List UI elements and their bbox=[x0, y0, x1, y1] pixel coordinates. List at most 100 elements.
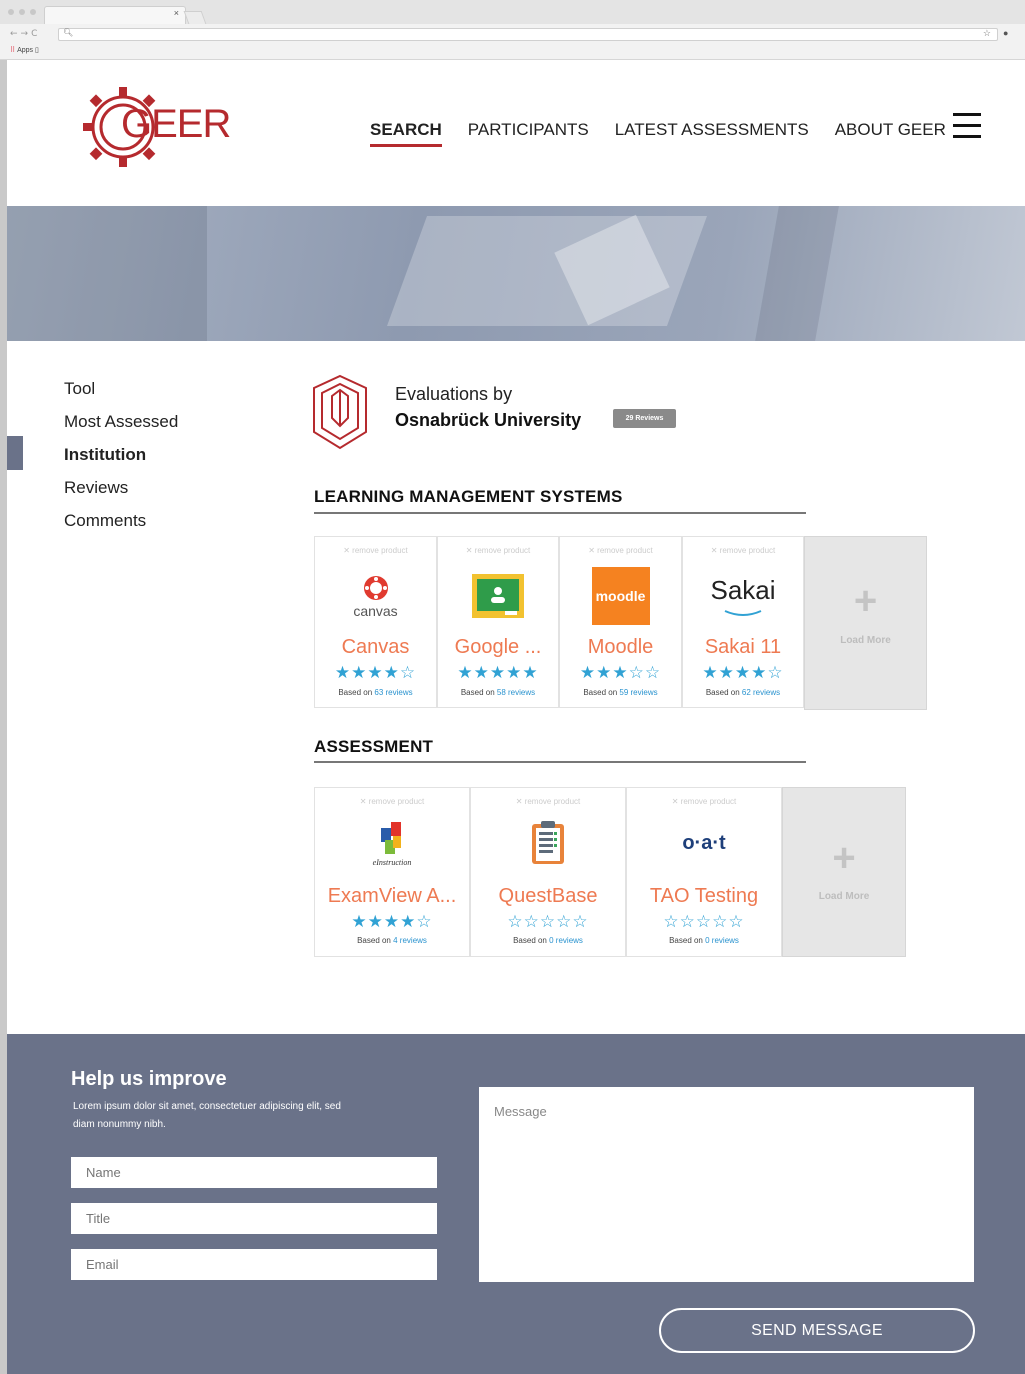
new-tab-button[interactable] bbox=[183, 11, 207, 24]
remove-product-link[interactable]: ✕ remove product bbox=[627, 797, 781, 806]
lms-product-cards: ✕ remove product canvas Canvas ★★★★☆ Bas… bbox=[314, 536, 927, 710]
browser-tab[interactable]: × bbox=[44, 6, 186, 24]
nav-about-geer[interactable]: ABOUT GEER bbox=[835, 120, 946, 144]
page: GEER SEARCH PARTICIPANTS LATEST ASSESSME… bbox=[7, 60, 1025, 1374]
rating-stars: ☆☆☆☆☆ bbox=[663, 912, 745, 932]
canvas-wordmark: canvas bbox=[353, 603, 398, 619]
reviews-summary: Based on 0 reviews bbox=[669, 936, 739, 945]
remove-product-link[interactable]: ✕ remove product bbox=[683, 546, 803, 555]
bookmarks-bar: ⠿ Apps ▯ bbox=[10, 46, 39, 54]
reviews-link[interactable]: 63 reviews bbox=[374, 688, 412, 697]
email-field[interactable] bbox=[71, 1249, 437, 1280]
section-divider bbox=[314, 761, 806, 763]
apps-grid-icon[interactable]: ⠿ bbox=[10, 47, 15, 54]
reviews-count-badge: 29 Reviews bbox=[613, 409, 676, 428]
product-name[interactable]: QuestBase bbox=[471, 885, 625, 908]
section-title-assessment: ASSESSMENT bbox=[314, 737, 434, 756]
reviews-summary: Based on 62 reviews bbox=[705, 688, 781, 697]
university-shield-icon bbox=[313, 374, 367, 450]
sidebar-item-reviews[interactable]: Reviews bbox=[64, 477, 178, 510]
sidebar-item-most-assessed[interactable]: Most Assessed bbox=[64, 411, 178, 444]
reviews-link[interactable]: 59 reviews bbox=[619, 688, 657, 697]
clipboard-icon bbox=[532, 821, 564, 864]
moodle-logo-icon: moodle bbox=[591, 567, 650, 625]
close-tab-icon[interactable]: × bbox=[174, 8, 179, 18]
window-controls[interactable] bbox=[8, 9, 36, 15]
product-card[interactable]: ✕ remove product canvas Canvas ★★★★☆ Bas… bbox=[314, 536, 437, 708]
rating-stars: ★★★★★ bbox=[457, 663, 539, 683]
extension-icon[interactable]: ● bbox=[1003, 28, 1008, 38]
reviews-summary: Based on 63 reviews bbox=[338, 688, 413, 697]
bookmark-page-icon[interactable]: ▯ bbox=[35, 47, 39, 54]
product-card[interactable]: ✕ remove product o·a·t TAO Testing ☆☆☆☆☆… bbox=[626, 787, 782, 957]
rating-stars: ★★★★☆ bbox=[351, 912, 433, 932]
rating-stars: ★★★★☆ bbox=[702, 663, 784, 683]
sakai-wave-icon bbox=[724, 610, 762, 616]
institution-name: Osnabrück University bbox=[395, 410, 582, 430]
main-nav: SEARCH PARTICIPANTS LATEST ASSESSMENTS A… bbox=[370, 120, 972, 147]
title-field[interactable] bbox=[71, 1203, 437, 1234]
load-more-label: Load More bbox=[818, 891, 870, 902]
remove-product-link[interactable]: ✕ remove product bbox=[438, 546, 558, 555]
section-title-lms: LEARNING MANAGEMENT SYSTEMS bbox=[314, 487, 623, 506]
load-more-button[interactable]: + Load More bbox=[804, 536, 927, 710]
product-name[interactable]: Canvas bbox=[315, 636, 436, 659]
remove-product-link[interactable]: ✕ remove product bbox=[471, 797, 625, 806]
reviews-summary: Based on 0 reviews bbox=[513, 936, 583, 945]
product-card[interactable]: ✕ remove product moodle Moodle ★★★☆☆ Bas… bbox=[559, 536, 682, 708]
rating-stars: ☆☆☆☆☆ bbox=[507, 912, 589, 932]
remove-product-link[interactable]: ✕ remove product bbox=[315, 546, 436, 555]
product-card[interactable]: ✕ remove product QuestBase ☆☆☆☆☆ Based o… bbox=[470, 787, 626, 957]
tab-strip: × bbox=[0, 0, 1025, 24]
message-textarea[interactable]: Message bbox=[479, 1087, 974, 1282]
reviews-summary: Based on 58 reviews bbox=[460, 688, 536, 697]
plus-icon: + bbox=[853, 579, 878, 623]
product-name[interactable]: Moodle bbox=[560, 636, 681, 659]
oat-logo-icon: o·a·t bbox=[682, 832, 726, 854]
name-field[interactable] bbox=[71, 1157, 437, 1188]
sidebar-item-institution[interactable]: Institution bbox=[64, 444, 178, 477]
bookmarks-apps-label[interactable]: Apps bbox=[17, 47, 33, 54]
geer-logo[interactable]: GEER bbox=[81, 82, 231, 172]
canvas-logo-icon bbox=[363, 576, 388, 600]
einstruction-logo-icon bbox=[381, 822, 401, 854]
reviews-link[interactable]: 0 reviews bbox=[549, 936, 583, 945]
nav-search[interactable]: SEARCH bbox=[370, 120, 442, 147]
reviews-link[interactable]: 62 reviews bbox=[742, 688, 780, 697]
evaluations-by-label: Evaluations by bbox=[395, 384, 513, 404]
reviews-link[interactable]: 4 reviews bbox=[393, 936, 427, 945]
nav-participants[interactable]: PARTICIPANTS bbox=[468, 120, 589, 144]
product-card[interactable]: ✕ remove product Google ... ★★★★★ Based … bbox=[437, 536, 559, 708]
hamburger-menu-icon[interactable] bbox=[953, 113, 981, 146]
load-more-label: Load More bbox=[840, 635, 891, 646]
send-message-button[interactable]: SEND MESSAGE bbox=[659, 1308, 975, 1353]
product-name[interactable]: Google ... bbox=[438, 636, 558, 659]
reviews-link[interactable]: 58 reviews bbox=[497, 688, 535, 697]
address-bar[interactable]: 🔍︎ ☆ bbox=[58, 28, 998, 41]
bookmark-star-icon[interactable]: ☆ bbox=[983, 28, 991, 39]
product-name[interactable]: ExamView A... bbox=[315, 885, 469, 908]
browser-chrome: × ←→C 🔍︎ ☆ ● ⠿ Apps ▯ bbox=[0, 0, 1025, 60]
remove-product-link[interactable]: ✕ remove product bbox=[315, 797, 469, 806]
hero-banner bbox=[7, 206, 1025, 341]
footer-description: Lorem ipsum dolor sit amet, consectetuer… bbox=[73, 1101, 341, 1130]
reviews-summary: Based on 4 reviews bbox=[357, 936, 427, 945]
remove-product-link[interactable]: ✕ remove product bbox=[560, 546, 681, 555]
nav-buttons-icon[interactable]: ←→C bbox=[10, 29, 40, 39]
sidebar-item-tool[interactable]: Tool bbox=[64, 378, 178, 411]
product-name[interactable]: TAO Testing bbox=[627, 885, 781, 908]
section-divider bbox=[314, 512, 806, 514]
google-classroom-icon bbox=[472, 574, 524, 618]
reviews-link[interactable]: 0 reviews bbox=[705, 936, 739, 945]
product-card[interactable]: ✕ remove product eInstruction ExamView A… bbox=[314, 787, 470, 957]
sidebar-active-marker bbox=[7, 436, 23, 470]
sidebar: Tool Most Assessed Institution Reviews C… bbox=[64, 378, 178, 543]
rating-stars: ★★★★☆ bbox=[334, 663, 417, 683]
load-more-button[interactable]: + Load More bbox=[782, 787, 906, 957]
sidebar-item-comments[interactable]: Comments bbox=[64, 510, 178, 543]
reviews-summary: Based on 59 reviews bbox=[583, 688, 658, 697]
footer-title: Help us improve bbox=[71, 1068, 227, 1090]
product-card[interactable]: ✕ remove product Sakai Sakai 11 ★★★★☆ Ba… bbox=[682, 536, 804, 708]
product-name[interactable]: Sakai 11 bbox=[683, 636, 803, 659]
nav-latest-assessments[interactable]: LATEST ASSESSMENTS bbox=[615, 120, 809, 144]
